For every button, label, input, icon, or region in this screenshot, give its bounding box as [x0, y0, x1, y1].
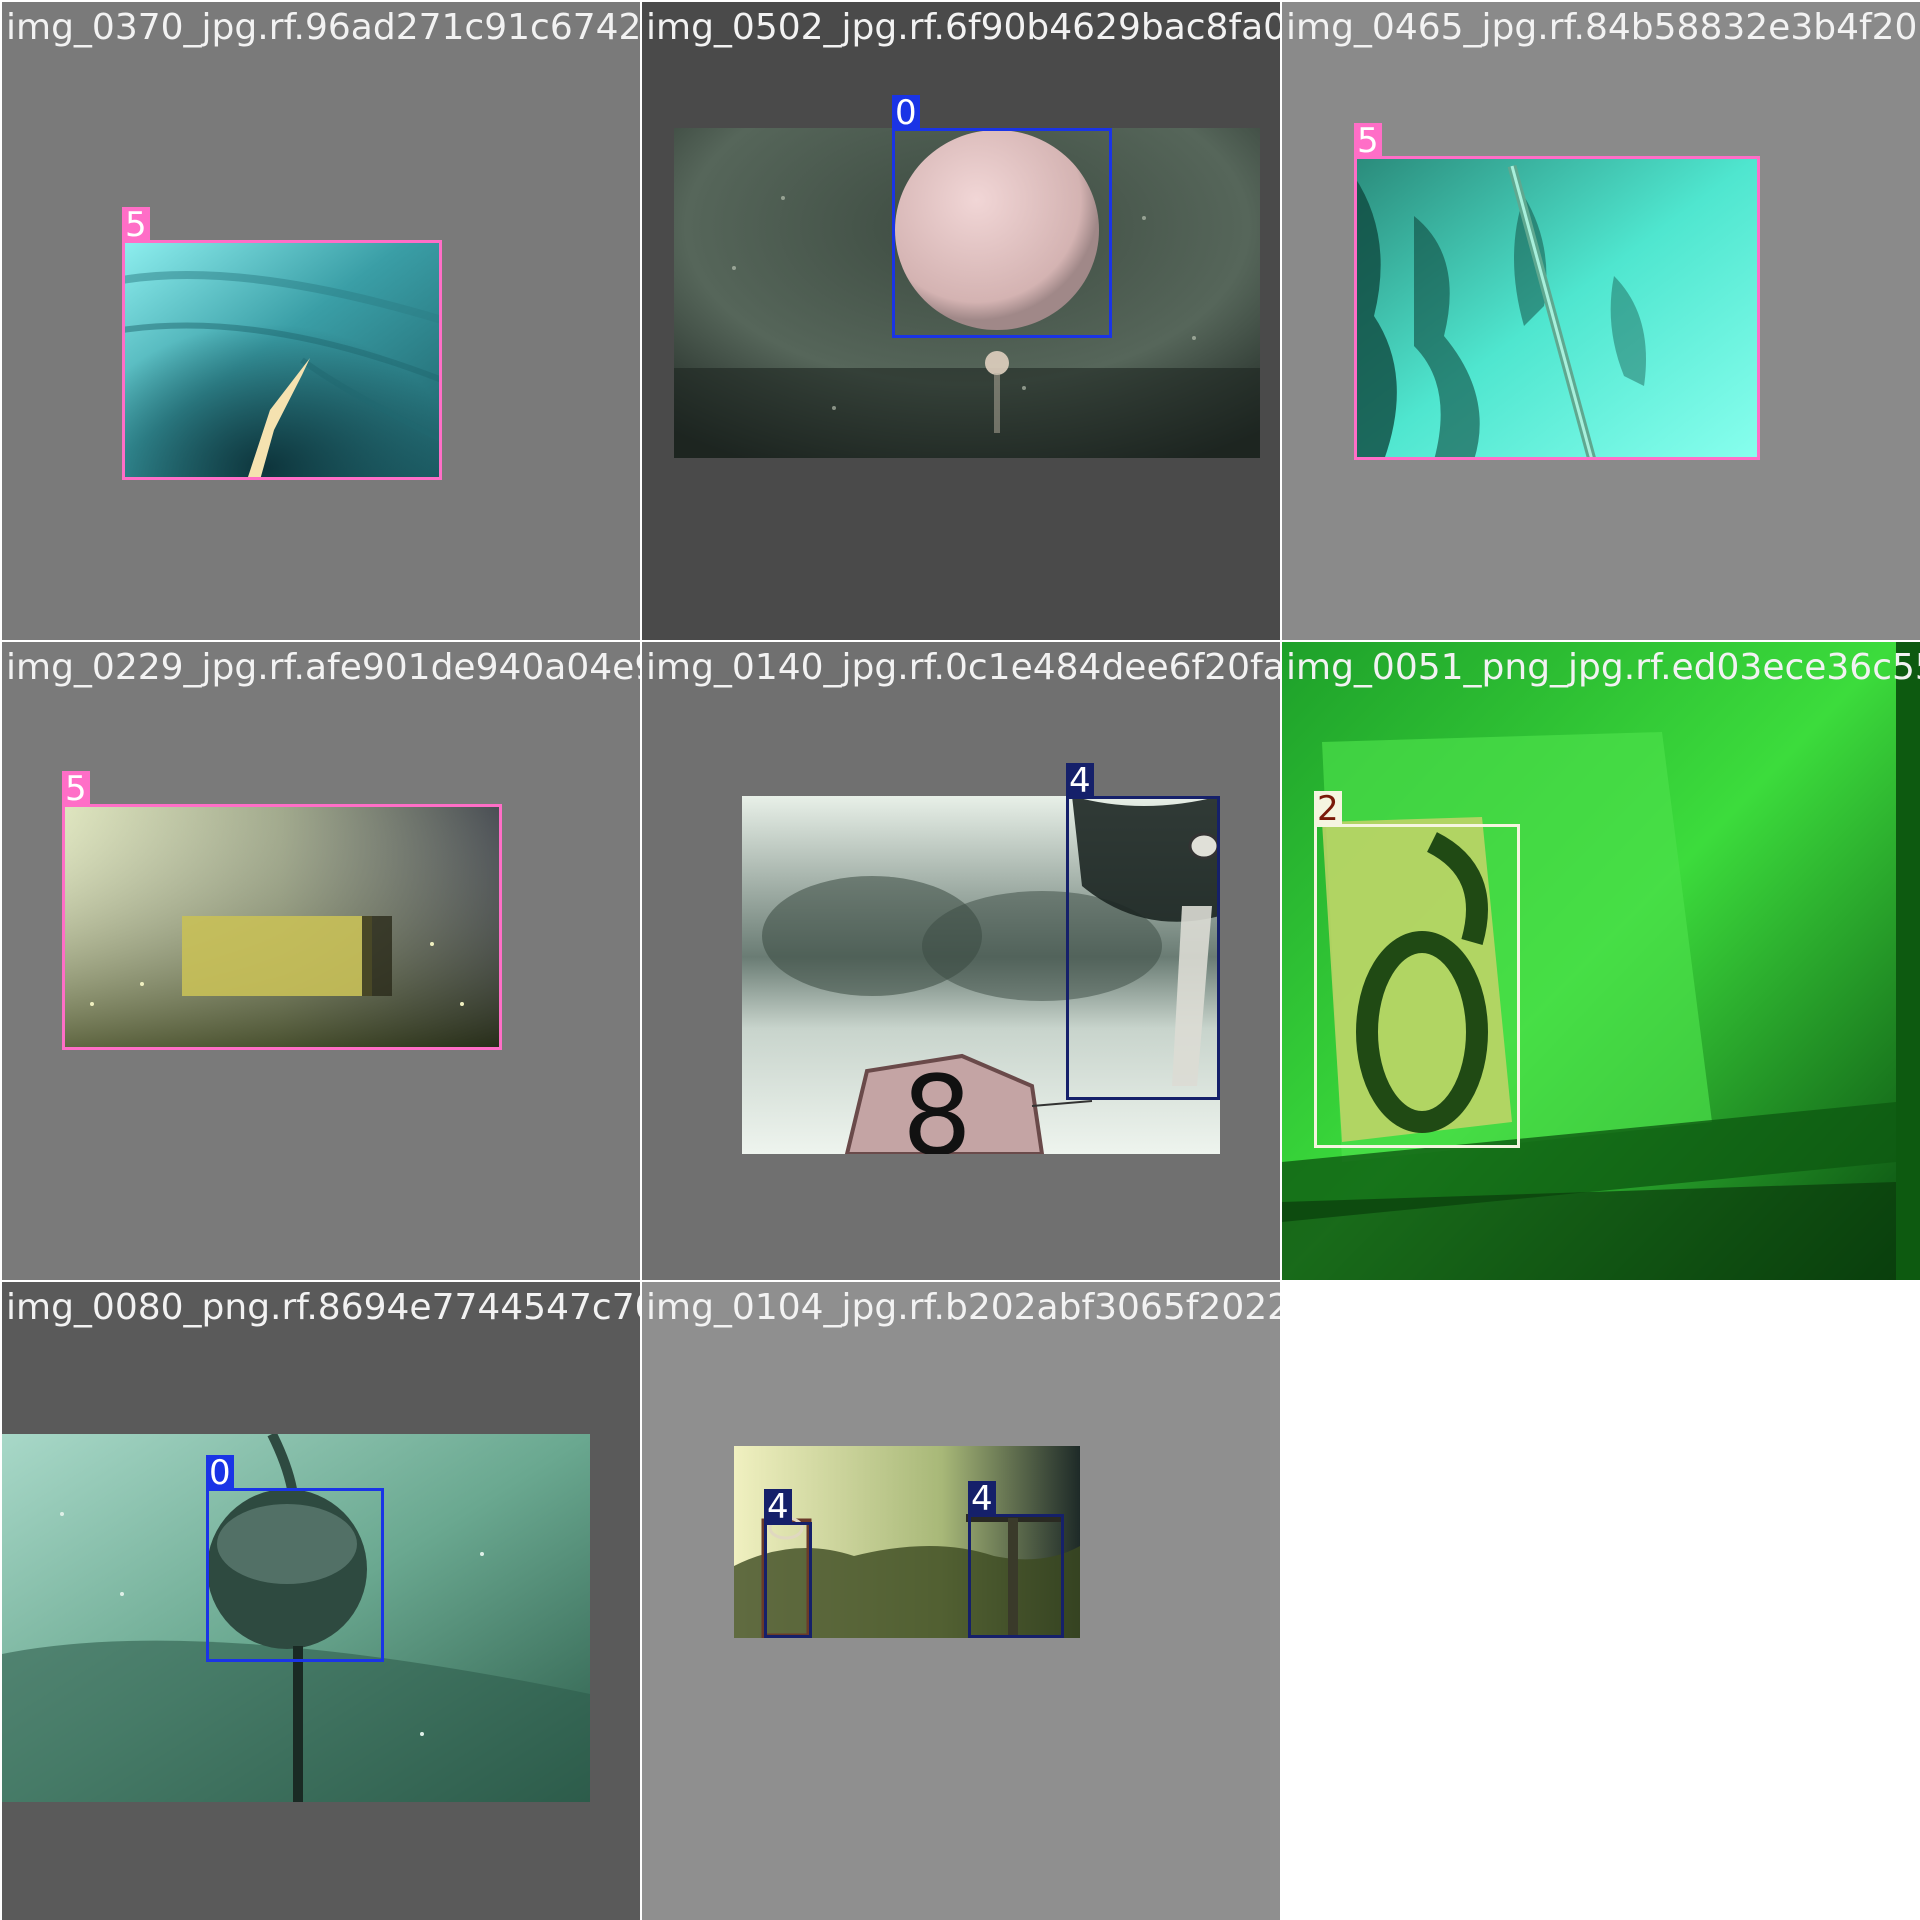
- class-label: 0: [206, 1455, 234, 1491]
- class-label: 5: [62, 771, 90, 807]
- image-filename: img_0080_png.rf.8694e7744547c7023fdd5102: [6, 1287, 640, 1328]
- mosaic-tile-1: 5 img_0370_jpg.rf.96ad271c91c67422c9b590…: [2, 2, 640, 640]
- class-label: 4: [968, 1481, 996, 1517]
- mosaic-tile-3: 5 img_0465_jpg.rf.84b58832e3b4f2036: [1282, 2, 1920, 640]
- class-label: 2: [1314, 791, 1342, 827]
- bounding-box: 2: [1314, 791, 1520, 1148]
- image-filename: img_0140_jpg.rf.0c1e484dee6f20fa7b2c05fe…: [646, 647, 1280, 688]
- mosaic-tile-8: 4 4 img_0104_jpg.rf.b202abf3065f2022e001…: [642, 1282, 1280, 1920]
- mosaic-tile-6: 2 img_0051_png_jpg.rf.ed03ece36c553: [1282, 642, 1920, 1280]
- image-filename: img_0104_jpg.rf.b202abf3065f2022e001eaec…: [646, 1287, 1280, 1328]
- bounding-box: 4: [764, 1489, 812, 1638]
- class-label: 5: [122, 207, 150, 243]
- mosaic-tile-5: 8 4 img_0140_jpg.rf.0c1e484dee6f20fa7b2c…: [642, 642, 1280, 1280]
- mosaic-tile-4: 5 img_0229_jpg.rf.afe901de940a04e9247307…: [2, 642, 640, 1280]
- bounding-box: 4: [1066, 763, 1220, 1100]
- class-label: 5: [1354, 123, 1382, 159]
- bounding-box: 5: [1354, 123, 1760, 460]
- mosaic-tile-2: 0 img_0502_jpg.rf.6f90b4629bac8fa068fa9a…: [642, 2, 1280, 640]
- mosaic-tile-7: 0 img_0080_png.rf.8694e7744547c7023fdd51…: [2, 1282, 640, 1920]
- class-label: 0: [892, 95, 920, 131]
- bounding-box: 5: [122, 207, 442, 480]
- bounding-box: 5: [62, 771, 502, 1050]
- bounding-box: 4: [968, 1481, 1064, 1638]
- sign-number-glyph: 8: [902, 1052, 972, 1154]
- image-filename: img_0229_jpg.rf.afe901de940a04e924730720: [6, 647, 640, 688]
- class-label: 4: [764, 1489, 792, 1525]
- bounding-box: 0: [206, 1455, 384, 1662]
- image-filename: img_0370_jpg.rf.96ad271c91c67422c9b59005…: [6, 7, 640, 48]
- bounding-box: 0: [892, 95, 1112, 338]
- class-label: 4: [1066, 763, 1094, 799]
- image-filename: img_0465_jpg.rf.84b58832e3b4f2036: [1286, 7, 1920, 48]
- empty-grid-cell: [1282, 1282, 1920, 1920]
- image-filename: img_0051_png_jpg.rf.ed03ece36c553: [1286, 647, 1920, 688]
- image-filename: img_0502_jpg.rf.6f90b4629bac8fa068fa9a0: [646, 7, 1280, 48]
